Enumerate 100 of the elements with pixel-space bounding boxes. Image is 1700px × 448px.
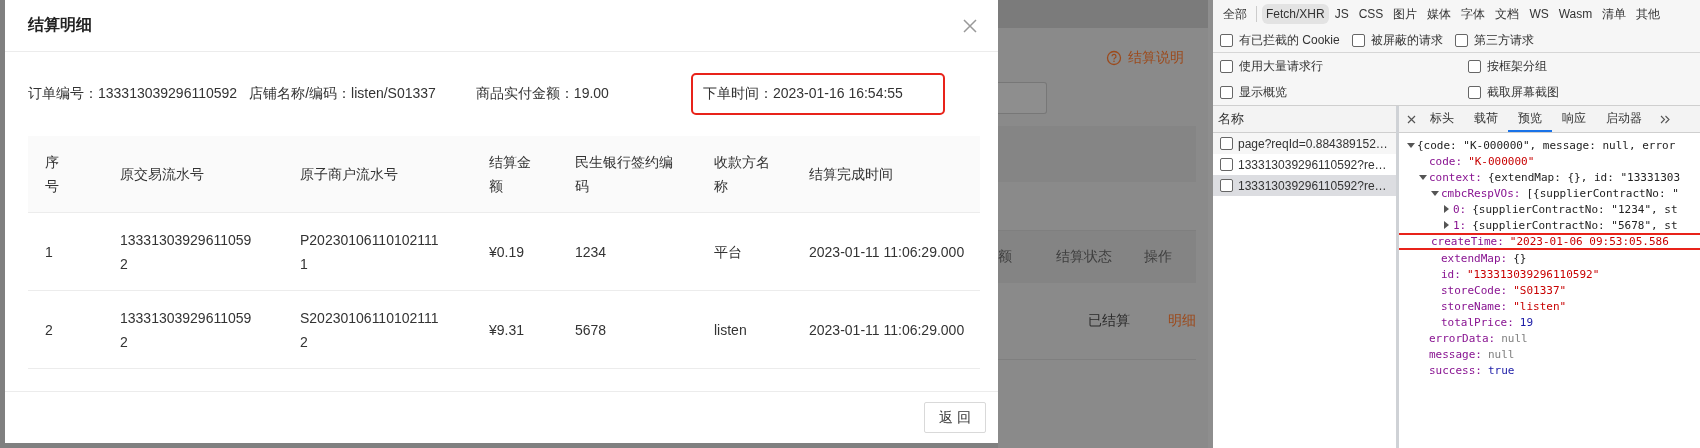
json-value: null xyxy=(1501,331,1528,345)
table-cell-text: 2 xyxy=(45,320,54,340)
column-header: 收款方名称 xyxy=(714,153,771,196)
json-value: [{supplierContractNo: " xyxy=(1526,186,1679,200)
column-header: 原子商户流水号 xyxy=(300,165,399,184)
table-cell-text: P202301061101021111 xyxy=(300,230,440,274)
order-info-text: 商品实付金额：19.00 xyxy=(475,84,609,103)
table-cell-text: 1234 xyxy=(575,242,608,262)
checkbox-label: 被屏蔽的请求 xyxy=(1370,31,1443,49)
json-key: totalPrice: xyxy=(1441,315,1514,329)
request-name: 133313039296110592?re… xyxy=(1238,178,1387,193)
status-text: 已结算 xyxy=(1088,312,1131,330)
filter-tab[interactable]: 媒体 xyxy=(1423,2,1456,26)
search-field[interactable] xyxy=(998,82,1047,114)
checkbox[interactable] xyxy=(1220,137,1233,150)
json-key: context: xyxy=(1429,170,1482,184)
json-key: 1: xyxy=(1453,218,1467,232)
json-key: errorData: xyxy=(1429,331,1496,345)
json-value: 19 xyxy=(1519,315,1534,329)
checkbox-label: 使用大量请求行 xyxy=(1239,57,1323,75)
table-cell-text: 2023-01-11 11:06:29.000 xyxy=(809,320,966,340)
close-icon[interactable] xyxy=(1407,114,1416,124)
panel-tab[interactable]: 响应 xyxy=(1552,106,1596,132)
triangle-right-icon[interactable] xyxy=(1443,205,1450,213)
chevrons-icon[interactable] xyxy=(1660,114,1670,124)
help-icon xyxy=(1106,50,1122,66)
json-key: extendMap: xyxy=(1441,251,1508,265)
filter-tab[interactable]: 其他 xyxy=(1632,2,1665,26)
json-key: 0: xyxy=(1453,202,1467,216)
order-info-text: 订单编号：133313039296110592 xyxy=(28,84,238,103)
request-name: page?reqId=0.884389152… xyxy=(1238,136,1388,151)
json-key: success: xyxy=(1429,363,1482,377)
json-value: "133313039296110592" xyxy=(1466,267,1600,281)
triangle-right-icon[interactable] xyxy=(1443,221,1450,229)
triangle-down-icon[interactable] xyxy=(1431,189,1439,197)
dialog-title: 结算明细 xyxy=(28,15,92,35)
column-header: 操作 xyxy=(1144,248,1172,266)
table-cell-text: S202301061101021112 xyxy=(300,308,440,352)
json-key: id: xyxy=(1441,267,1461,281)
table-cell-text: 2023-01-11 11:06:29.000 xyxy=(809,242,966,262)
filter-tab[interactable]: 字体 xyxy=(1457,2,1490,26)
column-header: 额 xyxy=(998,248,1013,266)
filter-tab[interactable]: CSS xyxy=(1354,4,1388,24)
triangle-down-icon[interactable] xyxy=(1419,173,1427,181)
json-value: true xyxy=(1488,363,1515,377)
close-icon[interactable] xyxy=(962,17,978,34)
column-header: 名称 xyxy=(1213,106,1396,133)
panel-tab[interactable]: 标头 xyxy=(1420,106,1464,132)
request-name: 133313039296110592?re… xyxy=(1238,157,1387,172)
filter-tab[interactable]: 全部 xyxy=(1219,2,1251,26)
panel-tab[interactable]: 载荷 xyxy=(1464,106,1508,132)
checkbox-label: 有已拦截的 Cookie xyxy=(1239,31,1340,49)
filter-tab[interactable]: 图片 xyxy=(1389,2,1422,26)
table-cell-text: 平台 xyxy=(714,242,743,262)
json-key: storeCode: xyxy=(1441,283,1508,297)
json-key: message: xyxy=(1429,347,1482,361)
table-cell-text: 5678 xyxy=(575,320,608,340)
checkbox[interactable] xyxy=(1220,59,1233,73)
table-cell-text: listen xyxy=(714,320,748,340)
checkbox[interactable] xyxy=(1220,85,1233,99)
checkbox[interactable] xyxy=(1220,33,1233,47)
json-value: "listen" xyxy=(1513,299,1567,313)
json-value: null xyxy=(1488,347,1515,361)
request-row[interactable]: page?reqId=0.884389152… xyxy=(1213,133,1396,154)
panel-tab[interactable]: 启动器 xyxy=(1596,106,1652,132)
checkbox-label: 按框架分组 xyxy=(1487,57,1547,75)
json-summary: {code: "K-000000", message: null, error xyxy=(1417,138,1676,152)
json-value: "K-000000" xyxy=(1468,154,1535,168)
filter-tab[interactable]: Wasm xyxy=(1554,4,1597,24)
column-header: 民生银行签约编码 xyxy=(575,153,674,196)
filter-tab[interactable]: WS xyxy=(1525,4,1553,24)
json-value: {supplierContractNo: "5678", st xyxy=(1472,218,1678,232)
json-key: storeName: xyxy=(1441,299,1508,313)
filter-tab[interactable]: 文档 xyxy=(1491,2,1524,26)
back-button[interactable]: 返 回 xyxy=(924,402,986,433)
panel-tab[interactable]: 预览 xyxy=(1508,106,1552,132)
order-info-text: 下单时间：2023-01-16 16:54:55 xyxy=(690,73,945,115)
checkbox[interactable] xyxy=(1454,33,1468,47)
filter-tab[interactable]: Fetch/XHR xyxy=(1262,4,1329,24)
json-value: {} xyxy=(1513,251,1527,265)
filter-tab[interactable]: JS xyxy=(1330,4,1353,24)
column-header: 结算状态 xyxy=(1056,248,1113,266)
table-cell-text: 1 xyxy=(45,242,54,262)
triangle-down-icon[interactable] xyxy=(1407,141,1415,149)
json-value: {extendMap: {}, id: "13331303 xyxy=(1488,170,1681,184)
checkbox[interactable] xyxy=(1220,179,1233,192)
json-key: cmbcRespVOs: xyxy=(1441,186,1521,200)
column-header: 结算金额 xyxy=(489,153,532,196)
checkbox[interactable] xyxy=(1351,33,1365,47)
json-value: "S01337" xyxy=(1513,283,1567,297)
checkbox[interactable] xyxy=(1220,158,1233,171)
checkbox[interactable] xyxy=(1468,85,1481,99)
json-value: "2023-01-06 09:53:05.586 xyxy=(1509,235,1669,248)
order-info-text: 店铺名称/编码：listen/S01337 xyxy=(249,84,436,103)
table-cell-text: ¥0.19 xyxy=(489,242,526,262)
checkbox-label: 显示概览 xyxy=(1239,83,1287,101)
request-row[interactable]: 133313039296110592?re… xyxy=(1213,175,1396,196)
checkbox-label: 第三方请求 xyxy=(1473,31,1534,49)
checkbox[interactable] xyxy=(1468,59,1481,73)
filter-tab[interactable]: 清单 xyxy=(1598,2,1631,26)
